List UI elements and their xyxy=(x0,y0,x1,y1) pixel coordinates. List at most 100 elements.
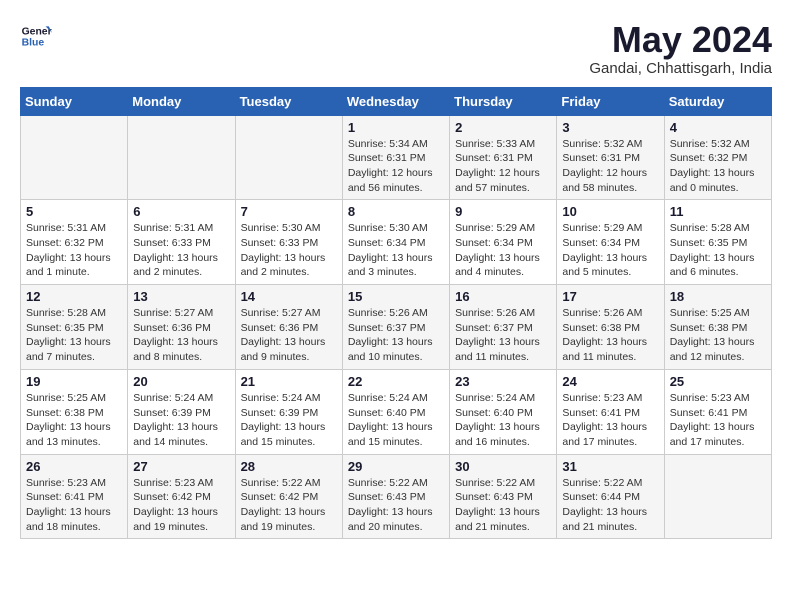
day-info: Sunrise: 5:30 AM Sunset: 6:34 PM Dayligh… xyxy=(348,221,444,280)
day-number: 5 xyxy=(26,204,122,219)
location: Gandai, Chhattisgarh, India xyxy=(589,60,772,77)
day-info: Sunrise: 5:25 AM Sunset: 6:38 PM Dayligh… xyxy=(670,306,766,365)
calendar-cell: 14Sunrise: 5:27 AM Sunset: 6:36 PM Dayli… xyxy=(235,285,342,370)
calendar-cell: 21Sunrise: 5:24 AM Sunset: 6:39 PM Dayli… xyxy=(235,369,342,454)
day-info: Sunrise: 5:29 AM Sunset: 6:34 PM Dayligh… xyxy=(562,221,658,280)
day-number: 21 xyxy=(241,374,337,389)
day-info: Sunrise: 5:23 AM Sunset: 6:41 PM Dayligh… xyxy=(26,476,122,535)
day-number: 13 xyxy=(133,289,229,304)
calendar-cell: 20 Sunrise: 5:24 AM Sunset: 6:39 PM Dayli… xyxy=(128,369,235,454)
calendar-cell: 7Sunrise: 5:30 AM Sunset: 6:33 PM Daylig… xyxy=(235,200,342,285)
calendar-cell: 17 Sunrise: 5:26 AM Sunset: 6:38 PM Dayli… xyxy=(557,285,664,370)
day-number: 20 xyxy=(133,374,229,389)
day-number: 26 xyxy=(26,459,122,474)
header-day: Saturday xyxy=(664,87,771,115)
day-info: Sunrise: 5:29 AM Sunset: 6:34 PM Dayligh… xyxy=(455,221,551,280)
calendar-cell: 12 Sunrise: 5:28 AM Sunset: 6:35 PM Dayli… xyxy=(21,285,128,370)
day-number: 27 xyxy=(133,459,229,474)
day-info: Sunrise: 5:28 AM Sunset: 6:35 PM Dayligh… xyxy=(26,306,122,365)
calendar-cell: 25 Sunrise: 5:23 AM Sunset: 6:41 PM Dayli… xyxy=(664,369,771,454)
logo-icon: General Blue xyxy=(20,20,52,52)
day-number: 12 xyxy=(26,289,122,304)
day-info: Sunrise: 5:26 AM Sunset: 6:38 PM Dayligh… xyxy=(562,306,658,365)
day-number: 31 xyxy=(562,459,658,474)
header-day: Friday xyxy=(557,87,664,115)
day-number: 28 xyxy=(241,459,337,474)
calendar-cell: 27 Sunrise: 5:23 AM Sunset: 6:42 PM Dayli… xyxy=(128,454,235,539)
day-info: Sunrise: 5:22 AM Sunset: 6:43 PM Dayligh… xyxy=(455,476,551,535)
day-info: Sunrise: 5:24 AM Sunset: 6:40 PM Dayligh… xyxy=(348,391,444,450)
calendar-week-row: 5 Sunrise: 5:31 AM Sunset: 6:32 PM Daylig… xyxy=(21,200,772,285)
day-info: Sunrise: 5:23 AM Sunset: 6:41 PM Dayligh… xyxy=(670,391,766,450)
calendar-week-row: 1 Sunrise: 5:34 AM Sunset: 6:31 PM Daylig… xyxy=(21,115,772,200)
month-title: May 2024 xyxy=(589,20,772,60)
day-info: Sunrise: 5:32 AM Sunset: 6:31 PM Dayligh… xyxy=(562,137,658,196)
calendar-cell: 15 Sunrise: 5:26 AM Sunset: 6:37 PM Dayli… xyxy=(342,285,449,370)
calendar-cell: 13 Sunrise: 5:27 AM Sunset: 6:36 PM Dayli… xyxy=(128,285,235,370)
day-number: 30 xyxy=(455,459,551,474)
logo: General Blue xyxy=(20,20,52,52)
calendar-cell: 3 Sunrise: 5:32 AM Sunset: 6:31 PM Daylig… xyxy=(557,115,664,200)
day-number: 9 xyxy=(455,204,551,219)
calendar-cell: 5 Sunrise: 5:31 AM Sunset: 6:32 PM Daylig… xyxy=(21,200,128,285)
day-number: 1 xyxy=(348,120,444,135)
calendar-week-row: 12 Sunrise: 5:28 AM Sunset: 6:35 PM Dayli… xyxy=(21,285,772,370)
day-number: 8 xyxy=(348,204,444,219)
calendar-cell: 6 Sunrise: 5:31 AM Sunset: 6:33 PM Daylig… xyxy=(128,200,235,285)
calendar-cell: 10Sunrise: 5:29 AM Sunset: 6:34 PM Dayli… xyxy=(557,200,664,285)
day-info: Sunrise: 5:25 AM Sunset: 6:38 PM Dayligh… xyxy=(26,391,122,450)
calendar-cell xyxy=(664,454,771,539)
calendar-cell: 29Sunrise: 5:22 AM Sunset: 6:43 PM Dayli… xyxy=(342,454,449,539)
calendar-table: SundayMondayTuesdayWednesdayThursdayFrid… xyxy=(20,87,772,540)
day-number: 3 xyxy=(562,120,658,135)
header-day: Tuesday xyxy=(235,87,342,115)
day-info: Sunrise: 5:33 AM Sunset: 6:31 PM Dayligh… xyxy=(455,137,551,196)
day-number: 15 xyxy=(348,289,444,304)
header-day: Monday xyxy=(128,87,235,115)
day-number: 2 xyxy=(455,120,551,135)
day-info: Sunrise: 5:26 AM Sunset: 6:37 PM Dayligh… xyxy=(455,306,551,365)
header-day: Thursday xyxy=(450,87,557,115)
calendar-cell: 30 Sunrise: 5:22 AM Sunset: 6:43 PM Dayli… xyxy=(450,454,557,539)
calendar-cell xyxy=(128,115,235,200)
day-info: Sunrise: 5:31 AM Sunset: 6:33 PM Dayligh… xyxy=(133,221,229,280)
day-info: Sunrise: 5:27 AM Sunset: 6:36 PM Dayligh… xyxy=(133,306,229,365)
day-info: Sunrise: 5:22 AM Sunset: 6:42 PM Dayligh… xyxy=(241,476,337,535)
day-number: 19 xyxy=(26,374,122,389)
day-info: Sunrise: 5:22 AM Sunset: 6:43 PM Dayligh… xyxy=(348,476,444,535)
calendar-cell: 19 Sunrise: 5:25 AM Sunset: 6:38 PM Dayli… xyxy=(21,369,128,454)
calendar-cell: 18 Sunrise: 5:25 AM Sunset: 6:38 PM Dayli… xyxy=(664,285,771,370)
calendar-cell: 28 Sunrise: 5:22 AM Sunset: 6:42 PM Dayli… xyxy=(235,454,342,539)
day-number: 4 xyxy=(670,120,766,135)
calendar-cell: 11Sunrise: 5:28 AM Sunset: 6:35 PM Dayli… xyxy=(664,200,771,285)
day-info: Sunrise: 5:24 AM Sunset: 6:39 PM Dayligh… xyxy=(133,391,229,450)
day-number: 7 xyxy=(241,204,337,219)
day-info: Sunrise: 5:23 AM Sunset: 6:42 PM Dayligh… xyxy=(133,476,229,535)
header-row: SundayMondayTuesdayWednesdayThursdayFrid… xyxy=(21,87,772,115)
day-number: 23 xyxy=(455,374,551,389)
svg-text:Blue: Blue xyxy=(22,38,45,49)
day-number: 6 xyxy=(133,204,229,219)
calendar-week-row: 19 Sunrise: 5:25 AM Sunset: 6:38 PM Dayli… xyxy=(21,369,772,454)
day-info: Sunrise: 5:34 AM Sunset: 6:31 PM Dayligh… xyxy=(348,137,444,196)
day-number: 25 xyxy=(670,374,766,389)
header-day: Sunday xyxy=(21,87,128,115)
calendar-cell: 24 Sunrise: 5:23 AM Sunset: 6:41 PM Dayli… xyxy=(557,369,664,454)
calendar-cell: 31Sunrise: 5:22 AM Sunset: 6:44 PM Dayli… xyxy=(557,454,664,539)
calendar-cell: 8 Sunrise: 5:30 AM Sunset: 6:34 PM Daylig… xyxy=(342,200,449,285)
day-info: Sunrise: 5:23 AM Sunset: 6:41 PM Dayligh… xyxy=(562,391,658,450)
day-info: Sunrise: 5:24 AM Sunset: 6:40 PM Dayligh… xyxy=(455,391,551,450)
calendar-cell: 23 Sunrise: 5:24 AM Sunset: 6:40 PM Dayli… xyxy=(450,369,557,454)
day-info: Sunrise: 5:26 AM Sunset: 6:37 PM Dayligh… xyxy=(348,306,444,365)
title-block: May 2024 Gandai, Chhattisgarh, India xyxy=(589,20,772,77)
day-number: 18 xyxy=(670,289,766,304)
calendar-cell: 16Sunrise: 5:26 AM Sunset: 6:37 PM Dayli… xyxy=(450,285,557,370)
day-number: 22 xyxy=(348,374,444,389)
day-info: Sunrise: 5:31 AM Sunset: 6:32 PM Dayligh… xyxy=(26,221,122,280)
calendar-cell: 9 Sunrise: 5:29 AM Sunset: 6:34 PM Daylig… xyxy=(450,200,557,285)
day-number: 24 xyxy=(562,374,658,389)
calendar-cell: 1 Sunrise: 5:34 AM Sunset: 6:31 PM Daylig… xyxy=(342,115,449,200)
header-day: Wednesday xyxy=(342,87,449,115)
day-number: 17 xyxy=(562,289,658,304)
calendar-cell: 26 Sunrise: 5:23 AM Sunset: 6:41 PM Dayli… xyxy=(21,454,128,539)
